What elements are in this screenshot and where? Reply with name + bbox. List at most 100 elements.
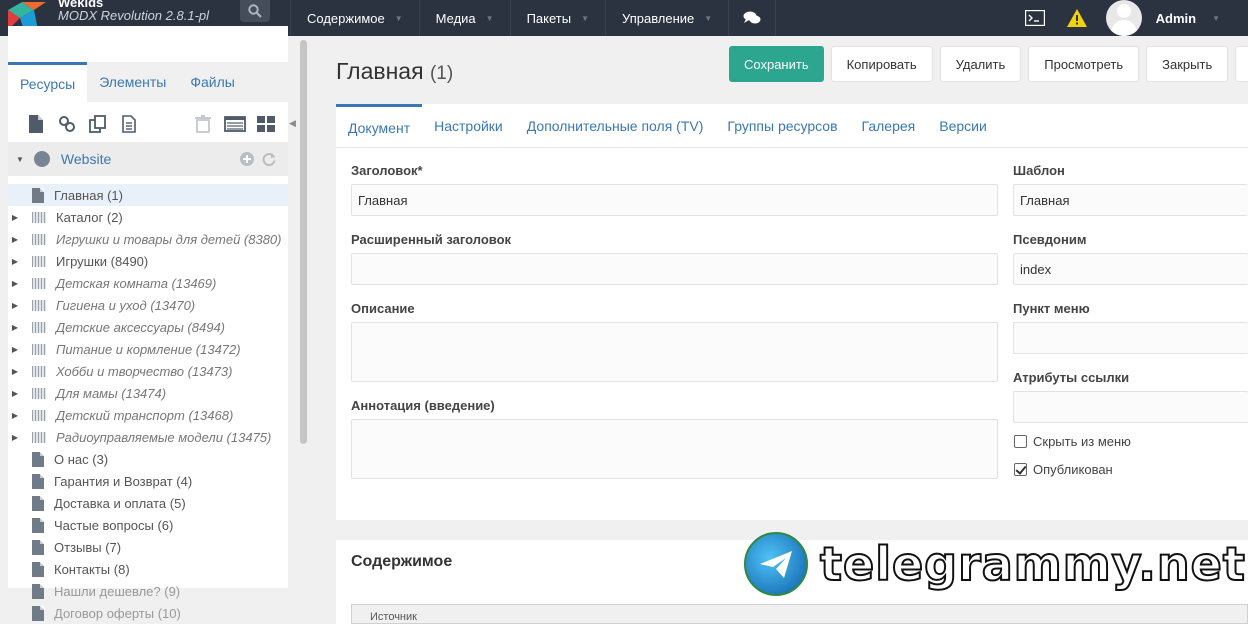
tree-item[interactable]: ▶Частые вопросы (6) [8,514,288,536]
save-button[interactable]: Сохранить [729,46,824,82]
menu-manage[interactable]: Управление ▼ [605,0,728,36]
expand-arrow-icon[interactable]: ▶ [8,345,22,354]
menutitle-label: Пункт меню [1013,301,1090,316]
tab-resources[interactable]: Ресурсы [8,62,88,102]
tree-root-website[interactable]: ▼ Website [8,142,288,176]
tab-files[interactable]: Файлы [178,62,246,102]
warning-icon [1066,9,1087,27]
avatar[interactable] [1105,0,1142,36]
introtext-textarea[interactable] [351,419,998,479]
grid-view-icon[interactable] [256,115,276,133]
template-select[interactable]: Главная [1013,184,1248,216]
link-attributes-input[interactable] [1013,391,1248,423]
warning-button[interactable] [1056,0,1098,36]
link-attributes-label: Атрибуты ссылки [1013,370,1130,385]
tree-item[interactable]: ▶Главная (1) [8,184,288,206]
tree-item-label: Доставка и оплата (5) [54,495,186,511]
delete-button[interactable]: Удалить [939,46,1022,82]
refresh-icon[interactable] [262,152,276,166]
tree-item[interactable]: ▶ Каталог (2) [8,206,288,228]
expand-arrow-icon[interactable]: ▶ [8,279,22,288]
description-textarea[interactable] [351,322,998,382]
tab-document[interactable]: Документ [336,104,423,148]
menu-messages[interactable] [728,0,777,36]
telegram-logo-icon [744,532,808,596]
tab-settings[interactable]: Настройки [422,104,515,148]
tree-item[interactable]: ▶Нашли дешевле? (9) [8,580,288,602]
tree-item[interactable]: ▶ Радиоуправляемые модели (13475) [8,426,288,448]
tree-item[interactable]: ▶Гарантия и Возврат (4) [8,470,288,492]
alias-input[interactable]: index [1013,253,1248,285]
new-document-icon[interactable] [27,115,45,133]
tree-item[interactable]: ▶Отзывы (7) [8,536,288,558]
tree-item[interactable]: ▶ Гигиена и уход (13470) [8,294,288,316]
terminal-button[interactable] [1014,0,1056,36]
view-button[interactable]: Просмотреть [1028,46,1140,82]
expand-arrow-icon[interactable]: ▶ [8,433,22,442]
trash-icon[interactable] [194,115,212,133]
expand-arrow-icon[interactable]: ▶ [8,389,22,398]
tree-item[interactable]: ▶Контакты (8) [8,558,288,580]
watermark-text: telegrammy.net [819,536,1246,592]
published-checkbox[interactable]: Опубликован [1014,462,1113,477]
tab-versions[interactable]: Версии [927,104,999,148]
tree-item[interactable]: ▶ Для мамы (13474) [8,382,288,404]
tree-item-label: Питание и кормление (13472) [56,341,241,357]
checkbox-checked-icon[interactable] [1014,463,1027,476]
duplicate-button[interactable]: Копировать [830,46,933,82]
expand-arrow-icon[interactable]: ▶ [8,323,22,332]
longtitle-input[interactable] [351,253,998,285]
tree-item-label: Отзывы (7) [54,539,122,555]
tree-item-label: Для мамы (13474) [56,385,167,401]
tree-item[interactable]: ▶ Питание и кормление (13472) [8,338,288,360]
tree-item[interactable]: ▶ Игрушки (8490) [8,250,288,272]
tree-item[interactable]: ▶Договор оферты (10) [8,602,288,624]
chevron-down-icon[interactable]: ▼ [1212,14,1220,23]
editor-source-button[interactable]: Источник [370,611,417,623]
tree-item-label: Частые вопросы (6) [54,517,174,533]
expand-arrow-icon[interactable]: ▶ [8,367,22,376]
expand-arrow-icon[interactable]: ▶ [8,301,22,310]
tab-elements[interactable]: Элементы [87,62,178,102]
tree-item-label: Главная (1) [54,187,123,203]
tree-item[interactable]: ▶ Детская комната (13469) [8,272,288,294]
chat-icon [743,11,761,24]
expand-arrow-icon[interactable]: ▶ [8,257,22,266]
tree-item-label: Игрушки (8490) [56,253,149,269]
description-label: Описание [351,301,415,316]
hidemenu-checkbox[interactable]: Скрыть из меню [1014,434,1131,449]
search-button[interactable] [240,0,270,22]
sidebar-scrollbar[interactable] [300,40,307,444]
new-static-resource-icon[interactable] [120,115,138,133]
expand-arrow-icon[interactable]: ▶ [8,235,22,244]
resource-tabs: Документ Настройки Дополнительные поля (… [336,104,999,148]
tree-item[interactable]: ▶ Хобби и творчество (13473) [8,360,288,382]
tab-tvs[interactable]: Дополнительные поля (TV) [515,104,716,148]
user-name[interactable]: Admin [1156,11,1196,26]
menu-packages[interactable]: Пакеты ▼ [509,0,605,36]
tree-item[interactable]: ▶ Детский транспорт (13468) [8,404,288,426]
pagetitle-input[interactable]: Главная [351,184,998,216]
menu-content[interactable]: Содержимое ▼ [290,0,419,36]
tab-gallery[interactable]: Галерея [850,104,928,148]
close-button[interactable]: Закрыть [1146,46,1229,82]
tree-item[interactable]: ▶О нас (3) [8,448,288,470]
expand-arrow-icon[interactable]: ▶ [8,213,22,222]
list-view-icon[interactable] [224,115,246,133]
tree-item[interactable]: ▶ Детские аксессуары (8494) [8,316,288,338]
expand-arrow-icon[interactable]: ▶ [8,411,22,420]
new-symlink-icon[interactable] [89,115,107,133]
collapse-sidebar-icon[interactable]: ◀ [289,118,296,129]
caret-down-icon[interactable]: ▼ [16,155,24,164]
watermark: telegrammy.net [744,532,1246,596]
new-weblink-icon[interactable] [58,115,76,133]
tab-resource-groups[interactable]: Группы ресурсов [715,104,849,148]
menu-media[interactable]: Медиа ▼ [418,0,510,36]
add-circle-icon[interactable] [240,152,254,166]
tree-item[interactable]: ▶ Игрушки и товары для детей (8380) [8,228,288,250]
document-icon [32,583,44,599]
more-button[interactable] [1235,46,1248,82]
checkbox-icon[interactable] [1014,435,1027,448]
menutitle-input[interactable] [1013,322,1248,354]
tree-item[interactable]: ▶Доставка и оплата (5) [8,492,288,514]
